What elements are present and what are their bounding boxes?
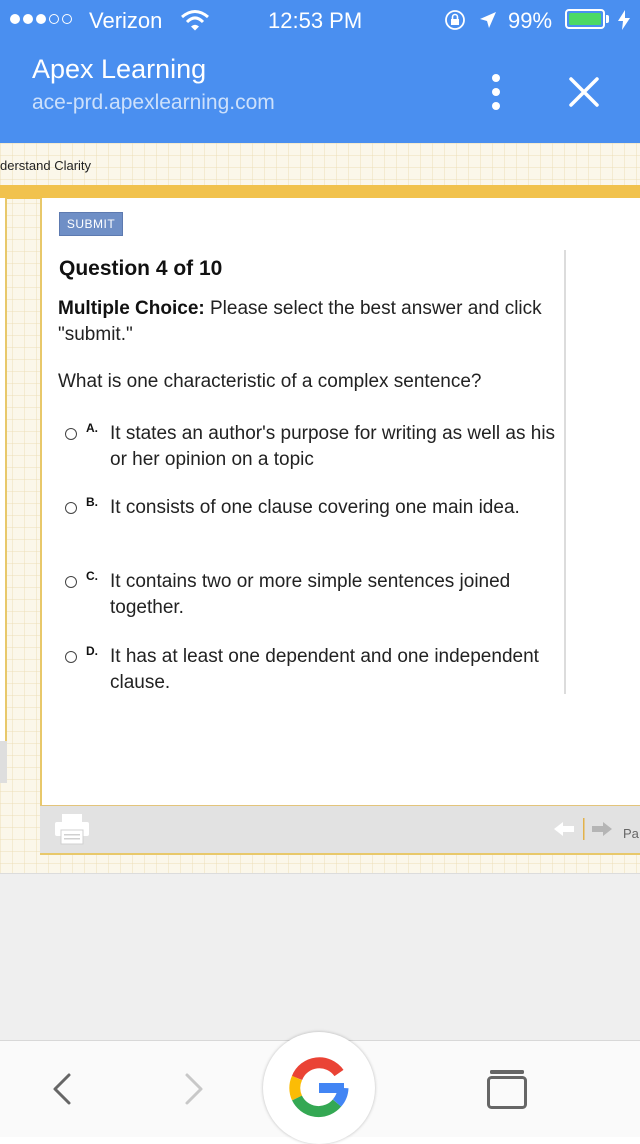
prev-arrow-icon[interactable]: [554, 822, 574, 836]
google-button[interactable]: [263, 1032, 375, 1144]
forward-icon[interactable]: [172, 1063, 216, 1113]
battery-tip: [606, 15, 609, 23]
side-panel: [0, 198, 7, 783]
option-text: It contains two or more simple sentences…: [110, 571, 511, 618]
radio-button[interactable]: [65, 651, 77, 663]
option-letter: D.: [86, 644, 98, 658]
battery-indicator: [565, 9, 605, 29]
radio-button[interactable]: [65, 576, 77, 588]
status-bar: Verizon 12:53 PM 99%: [0, 0, 640, 40]
battery-percent: 99%: [508, 8, 553, 33]
signal-strength: [10, 14, 72, 24]
carrier-name: Verizon: [89, 8, 163, 33]
question-instruction: Multiple Choice: Please select the best …: [58, 296, 558, 348]
radio-button[interactable]: [65, 428, 77, 440]
content-divider: [564, 250, 566, 694]
option-text: It has at least one dependent and one in…: [110, 646, 539, 693]
option-letter: A.: [86, 421, 98, 435]
page-label: Pa: [623, 826, 639, 841]
answer-option-c[interactable]: C. It contains two or more simple senten…: [62, 569, 562, 621]
submit-button[interactable]: SUBMIT: [59, 212, 123, 236]
tabs-icon[interactable]: [484, 1068, 530, 1110]
option-text: It states an author's purpose for writin…: [110, 423, 556, 470]
activity-footer: [40, 805, 640, 855]
question-text: What is one characteristic of a complex …: [58, 371, 482, 392]
header-accent-bar: [0, 185, 640, 199]
question-title: Question 4 of 10: [59, 257, 223, 280]
lock-rotation-icon: [445, 10, 465, 30]
print-icon[interactable]: [54, 813, 90, 845]
page-nav-arrows: [554, 818, 612, 840]
answer-option-a[interactable]: A. It states an author's purpose for wri…: [62, 421, 562, 473]
answer-option-d[interactable]: D. It has at least one dependent and one…: [62, 644, 562, 696]
option-letter: B.: [86, 495, 98, 509]
status-time: 12:53 PM: [268, 8, 363, 33]
signal-dot: [36, 14, 46, 24]
option-letter: C.: [86, 569, 98, 583]
option-text: It consists of one clause covering one m…: [110, 497, 520, 518]
close-icon[interactable]: [566, 74, 602, 110]
side-panel-footer: [0, 741, 7, 783]
charging-icon: [618, 10, 630, 30]
breadcrumb: derstand Clarity: [0, 158, 92, 173]
location-arrow-icon: [480, 12, 496, 28]
signal-dot: [62, 14, 72, 24]
page-title: Apex Learning: [32, 54, 207, 84]
more-vert-icon[interactable]: [486, 72, 506, 112]
page-url: ace-prd.apexlearning.com: [32, 91, 275, 114]
answer-option-b[interactable]: B. It consists of one clause covering on…: [62, 495, 562, 547]
google-icon: [289, 1057, 349, 1118]
next-arrow-icon[interactable]: [592, 822, 612, 836]
signal-dot: [23, 14, 33, 24]
wifi-icon: [181, 10, 209, 31]
back-icon[interactable]: [40, 1063, 84, 1113]
blank-area: [0, 873, 640, 1041]
radio-button[interactable]: [65, 502, 77, 514]
signal-dot: [10, 14, 20, 24]
instruction-label: Multiple Choice:: [58, 298, 205, 319]
signal-dot: [49, 14, 59, 24]
